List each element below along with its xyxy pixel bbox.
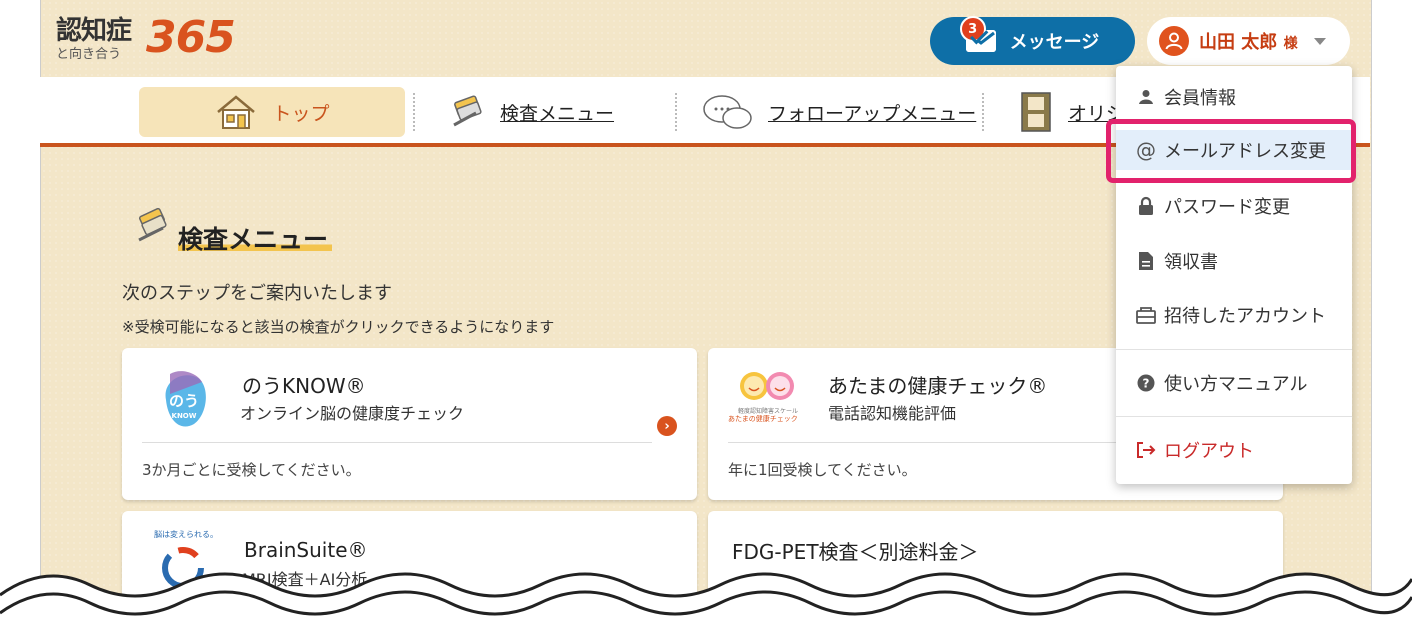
user-name: 山田 太郎 様 <box>1199 28 1298 54</box>
exam-card-nouknow[interactable]: のう KNOW のうKNOW® オンライン脳の健康度チェック › 3か月ごとに受… <box>122 348 697 500</box>
menu-item-label: パスワード変更 <box>1164 197 1290 218</box>
brainsuite-logo-caption: 脳は変えられる。 <box>154 530 218 539</box>
message-count-badge: 3 <box>959 16 986 42</box>
film-icon <box>1021 92 1051 132</box>
person-icon <box>1136 89 1156 105</box>
nav-item-followup-label: フォローアップメニュー <box>768 102 977 125</box>
menu-divider <box>1116 349 1352 350</box>
wavy-cut-edge <box>0 572 1412 623</box>
menu-item-label: 招待したアカウント <box>1164 306 1326 327</box>
nav-item-exam-menu[interactable]: 検査メニュー <box>450 87 614 137</box>
menu-item-label: ログアウト <box>1164 441 1254 462</box>
nav-item-top[interactable]: トップ <box>139 87 405 137</box>
card-subtitle: オンライン脳の健康度チェック <box>240 404 465 423</box>
section-title: 検査メニュー <box>178 220 333 256</box>
logout-icon <box>1136 441 1156 459</box>
chevron-right-icon[interactable]: › <box>657 416 677 436</box>
menu-item-label: 領収書 <box>1164 252 1218 273</box>
document-icon <box>1136 251 1156 271</box>
highlight-box <box>1106 119 1356 183</box>
nav-divider <box>413 93 415 131</box>
card-subtitle: 電話認知機能評価 <box>828 404 957 423</box>
notebook-pencil-icon <box>453 95 482 127</box>
menu-item-receipt[interactable]: 領収書 <box>1116 241 1352 281</box>
menu-item-label: 会員情報 <box>1164 88 1236 109</box>
logo-number: 365 <box>146 12 236 63</box>
nouknow-logo: のう KNOW <box>165 371 206 427</box>
nouknow-logo-text: のう <box>169 392 199 410</box>
nav-item-top-label: トップ <box>272 102 330 125</box>
card-footer: 3か月ごとに受検してください。 <box>142 461 361 479</box>
nav-item-followup-menu[interactable]: フォローアップメニュー <box>702 87 976 137</box>
card-footer: 年に1回受検してください。 <box>728 461 917 479</box>
user-menu-button[interactable]: 山田 太郎 様 <box>1147 17 1350 65</box>
message-button-label: メッセージ <box>1009 32 1100 53</box>
card-title: あたまの健康チェック® <box>828 374 1048 398</box>
house-icon <box>217 95 256 129</box>
card-divider <box>142 442 652 443</box>
help-icon: ? <box>1136 374 1156 392</box>
envelope-icon: 3 <box>959 16 996 52</box>
menu-item-logout[interactable]: ログアウト <box>1116 430 1352 470</box>
logo-sub-text: と向き合う <box>56 47 122 62</box>
menu-item-change-password[interactable]: パスワード変更 <box>1116 186 1352 226</box>
nav-divider <box>675 93 677 131</box>
menu-item-member-info[interactable]: 会員情報 <box>1116 77 1352 117</box>
nav-item-exam-menu-label: 検査メニュー <box>500 102 615 125</box>
svg-text:?: ? <box>1143 377 1150 391</box>
chevron-down-icon <box>1313 37 1326 45</box>
logo-main-text: 認知症 <box>56 16 132 46</box>
availability-note: ※受検可能になると該当の検査がクリックできるようになります <box>122 318 555 336</box>
site-logo[interactable]: 認知症 と向き合う 365 <box>56 10 236 63</box>
invite-icon <box>1136 306 1156 324</box>
notebook-pencil-icon <box>138 207 167 242</box>
user-avatar-icon <box>1159 26 1189 56</box>
atama-logo-name: あたまの健康チェック <box>728 415 798 423</box>
nav-divider <box>982 93 984 131</box>
card-title: のうKNOW® <box>242 374 366 398</box>
menu-item-invited-accounts[interactable]: 招待したアカウント <box>1116 295 1352 335</box>
lock-icon <box>1136 196 1156 216</box>
nouknow-logo-subtext: KNOW <box>172 412 197 420</box>
user-name-text: 山田 太郎 <box>1199 32 1278 53</box>
menu-divider <box>1116 416 1352 417</box>
message-button[interactable]: 3 メッセージ <box>930 16 1135 65</box>
step-guidance-text: 次のステップをご案内いたします <box>122 283 392 304</box>
user-suffix: 様 <box>1283 36 1298 52</box>
card-divider <box>728 442 1128 443</box>
menu-item-label: 使い方マニュアル <box>1164 374 1308 395</box>
menu-item-manual[interactable]: ? 使い方マニュアル <box>1116 363 1352 403</box>
speech-bubbles-icon <box>703 95 752 129</box>
